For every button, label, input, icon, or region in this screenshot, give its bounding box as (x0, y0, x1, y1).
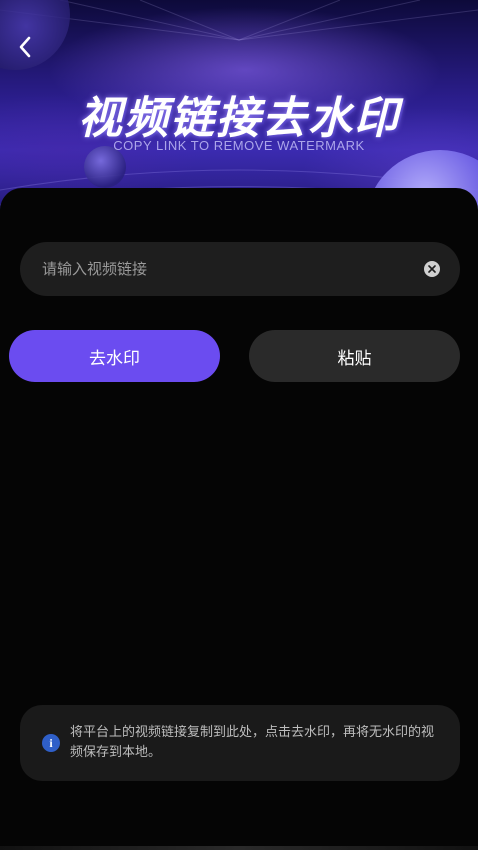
page-title: 视频链接去水印 (78, 93, 400, 144)
info-icon: i (42, 734, 60, 752)
clear-circle-icon (428, 265, 436, 273)
chevron-left-icon (19, 36, 31, 58)
header-banner: 视频链接去水印 COPY LINK TO REMOVE WATERMARK (0, 0, 478, 215)
remove-watermark-button[interactable]: 去水印 (9, 330, 220, 382)
tip-text: 将平台上的视频链接复制到此处，点击去水印，再将无水印的视频保存到本地。 (70, 725, 435, 760)
clear-button[interactable] (424, 261, 440, 277)
page-subtitle: COPY LINK TO REMOVE WATERMARK (113, 138, 365, 153)
paste-button[interactable]: 粘贴 (249, 330, 460, 382)
bottom-edge-divider (0, 846, 478, 850)
back-button[interactable] (8, 30, 42, 64)
video-link-input[interactable] (40, 259, 424, 279)
tip-box: i 将平台上的视频链接复制到此处，点击去水印，再将无水印的视频保存到本地。 (20, 705, 460, 781)
link-input-container (20, 242, 460, 296)
